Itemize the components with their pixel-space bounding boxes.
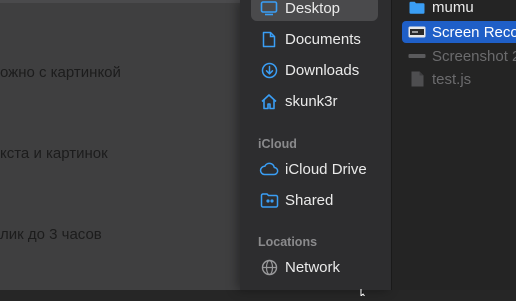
download-icon: [259, 60, 279, 80]
section-header-locations: Locations: [258, 235, 318, 249]
sidebar-item-documents[interactable]: Documents: [251, 26, 378, 52]
shared-folder-icon: [259, 190, 279, 210]
file-label: Screen Reco: [432, 23, 516, 41]
file-row-screen-recording[interactable]: Screen Reco: [402, 21, 516, 43]
home-icon: [259, 91, 279, 111]
file-label: Screenshot 2: [432, 47, 516, 65]
sidebar-item-label: skunk3r: [285, 92, 338, 110]
background-window-top-strip: [0, 0, 240, 3]
sidebar-item-shared[interactable]: Shared: [251, 187, 378, 213]
document-icon: [259, 29, 279, 49]
image-file-icon: [408, 47, 426, 65]
file-label: test.js: [432, 70, 472, 88]
sidebar-item-label: Network: [285, 258, 341, 276]
sidebar-item-label: Desktop: [285, 0, 341, 17]
video-file-icon: [408, 23, 426, 41]
sidebar-item-label: iCloud Drive: [285, 160, 367, 178]
globe-icon: [259, 257, 279, 277]
background-text-line-2: кста и картинок: [0, 145, 108, 162]
file-row-screenshot[interactable]: Screenshot 2: [402, 45, 516, 67]
section-header-icloud: iCloud: [258, 137, 297, 151]
sidebar-item-downloads[interactable]: Downloads: [251, 57, 378, 83]
sidebar-item-home[interactable]: skunk3r: [251, 88, 378, 114]
sidebar-item-desktop[interactable]: Desktop: [251, 0, 378, 21]
sidebar-item-label: Downloads: [285, 61, 360, 79]
desktop-icon: [259, 0, 279, 18]
file-row-test-js[interactable]: test.js: [402, 68, 516, 90]
background-text-line-3: лик до 3 часов: [0, 226, 102, 243]
file-label: mumu: [432, 0, 474, 16]
folder-icon: [408, 0, 426, 16]
background-window: ожно с картинкой кста и картинок лик до …: [0, 0, 240, 290]
file-row-mumu[interactable]: mumu: [402, 0, 516, 18]
mouse-pointer-icon: [360, 283, 370, 301]
js-file-icon: [408, 70, 426, 88]
background-text-line-1: ожно с картинкой: [0, 64, 121, 81]
file-list-pane: [391, 0, 516, 290]
sidebar-item-network[interactable]: Network: [251, 254, 378, 280]
cloud-icon: [259, 159, 279, 179]
sidebar-item-label: Shared: [285, 191, 334, 209]
sidebar-item-icloud-drive[interactable]: iCloud Drive: [251, 156, 378, 182]
sidebar-item-label: Documents: [285, 30, 361, 48]
